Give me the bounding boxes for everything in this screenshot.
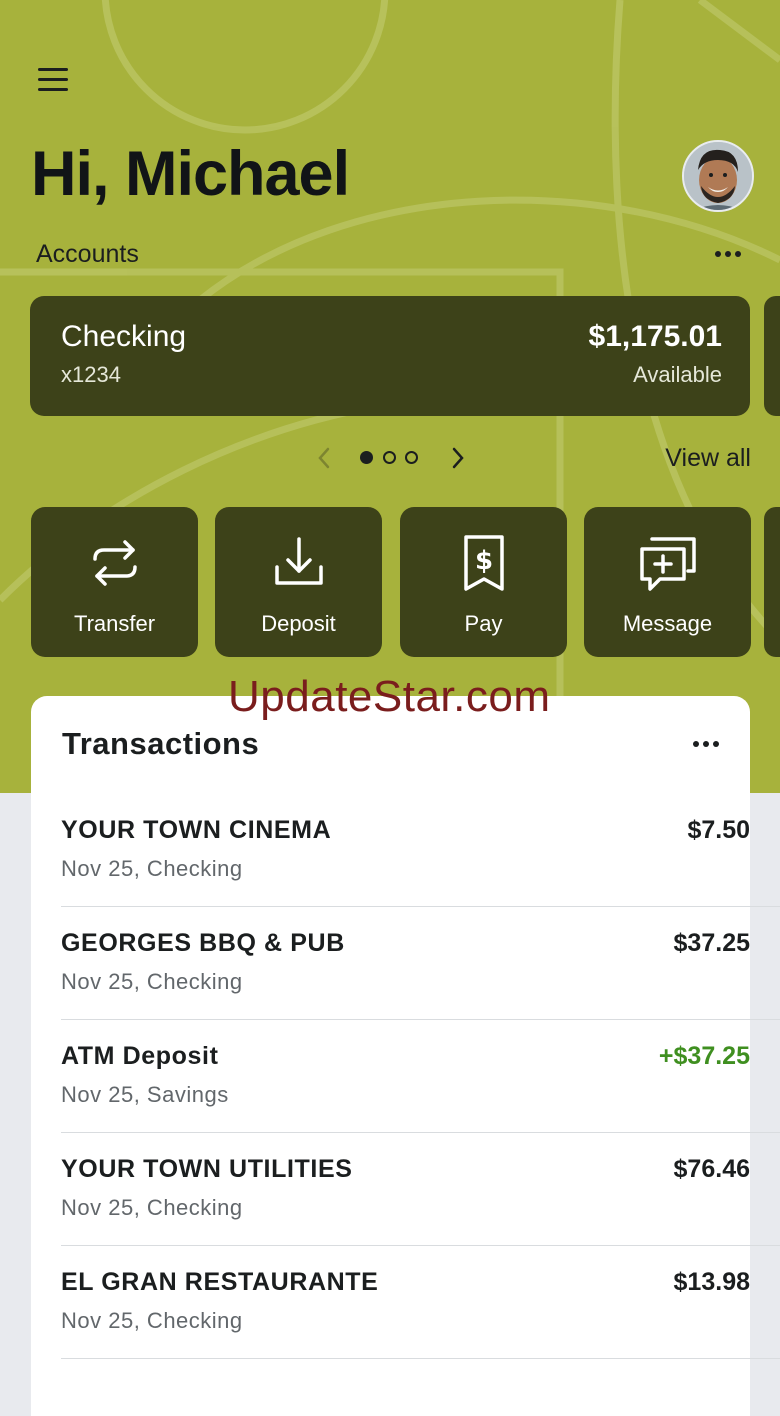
transaction-amount: $37.25	[673, 929, 750, 957]
transaction-merchant: GEORGES BBQ & PUB	[61, 929, 345, 957]
download-tray-icon	[274, 537, 323, 585]
transaction-merchant: EL GRAN RESTAURANTE	[61, 1268, 379, 1296]
view-all-link[interactable]: View all	[665, 444, 751, 473]
chevron-right-icon[interactable]	[448, 446, 468, 470]
transactions-title: Transactions	[62, 726, 260, 761]
transfer-arrows-icon	[92, 540, 137, 586]
transfer-button[interactable]: Transfer	[31, 507, 198, 657]
message-button[interactable]: Message	[584, 507, 751, 657]
transaction-amount: $13.98	[673, 1268, 750, 1296]
pay-button[interactable]: $ Pay	[400, 507, 567, 657]
transaction-detail: Nov 25, Savings	[61, 1082, 229, 1107]
deposit-label: Deposit	[261, 611, 336, 636]
transaction-detail: Nov 25, Checking	[61, 1195, 243, 1220]
transaction-merchant: ATM Deposit	[61, 1042, 219, 1070]
transaction-amount: $7.50	[687, 816, 750, 844]
watermark: UpdateStar.com	[228, 672, 551, 721]
transaction-row[interactable]: YOUR TOWN UTILITIES Nov 25, Checking $76…	[61, 1133, 780, 1246]
transaction-detail: Nov 25, Checking	[61, 969, 243, 994]
transaction-amount: +$37.25	[658, 1042, 750, 1070]
message-plus-icon	[639, 537, 696, 591]
transfer-label: Transfer	[73, 611, 156, 636]
transaction-merchant: YOUR TOWN UTILITIES	[61, 1155, 353, 1183]
transactions-card: Transactions YOUR TOWN CINEMA Nov 25, Ch…	[31, 696, 780, 1416]
transaction-detail: Nov 25, Checking	[61, 1308, 243, 1333]
avatar[interactable]	[682, 140, 754, 212]
divider	[61, 1358, 780, 1359]
next-action-peek[interactable]	[764, 507, 780, 657]
transaction-row[interactable]: ATM Deposit Nov 25, Savings +$37.25	[61, 1020, 780, 1133]
transactions-more-icon[interactable]	[693, 741, 719, 747]
accounts-heading: Accounts	[36, 240, 139, 268]
next-account-card-peek[interactable]	[764, 296, 780, 416]
chevron-left-icon[interactable]	[314, 446, 334, 470]
account-number: x1234	[61, 362, 121, 387]
greeting-title: Hi, Michael	[31, 139, 350, 209]
pay-label: Pay	[464, 611, 503, 636]
transaction-amount: $76.46	[673, 1155, 750, 1183]
transaction-row[interactable]: EL GRAN RESTAURANTE Nov 25, Checking $13…	[61, 1246, 780, 1359]
dollar-receipt-icon: $	[463, 535, 504, 591]
pager-dot-3[interactable]	[405, 451, 418, 464]
menu-button[interactable]	[34, 68, 74, 100]
pager-dot-1[interactable]	[360, 451, 373, 464]
transaction-row[interactable]: GEORGES BBQ & PUB Nov 25, Checking $37.2…	[61, 907, 780, 1020]
message-label: Message	[622, 611, 713, 636]
account-card-checking[interactable]: Checking x1234 $1,175.01 Available	[30, 296, 750, 416]
menu-icon	[38, 68, 68, 71]
svg-text:$: $	[474, 546, 492, 576]
transaction-row[interactable]: YOUR TOWN CINEMA Nov 25, Checking $7.50	[61, 794, 780, 907]
account-balance: $1,175.01	[588, 320, 722, 353]
balance-label: Available	[633, 362, 722, 387]
pager-dot-2[interactable]	[383, 451, 396, 464]
transaction-detail: Nov 25, Checking	[61, 856, 243, 881]
transaction-merchant: YOUR TOWN CINEMA	[61, 816, 332, 844]
user-photo	[684, 142, 752, 210]
accounts-more-icon[interactable]	[715, 251, 741, 257]
account-name: Checking	[61, 320, 187, 353]
deposit-button[interactable]: Deposit	[215, 507, 382, 657]
